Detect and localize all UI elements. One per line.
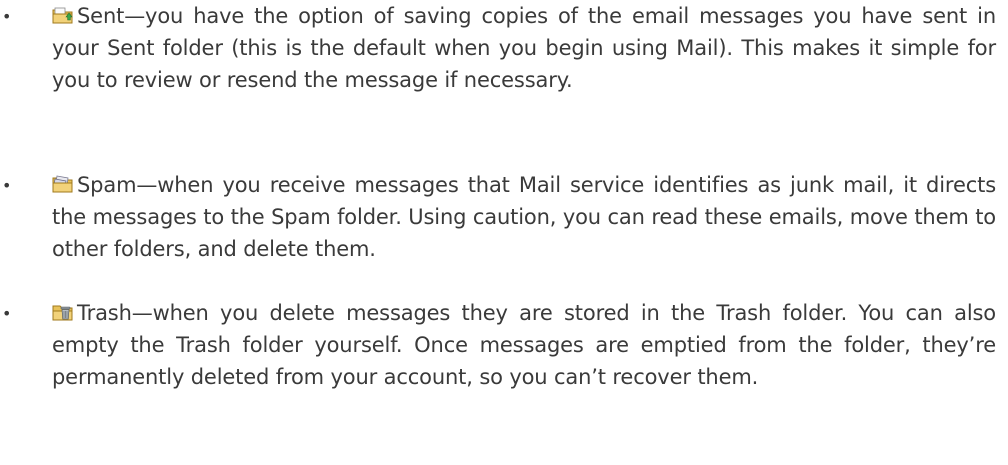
bullet: • [2,176,12,195]
list-item-text: Spam—when you receive messages that Mail… [52,169,996,265]
folder-name-sent: Sent [77,4,125,28]
item-description: —when you receive messages that Mail ser… [52,173,996,261]
item-description: —you have the option of saving copies of… [52,4,996,92]
list-item-text: Sent—you have the option of saving copie… [52,0,996,96]
bullet: • [2,7,12,26]
folder-name-spam: Spam [77,173,137,197]
trash-folder-icon [52,302,74,322]
sent-folder-icon [52,5,74,25]
item-description: —when you delete messages they are store… [52,301,996,389]
list-item-text: Trash—when you delete messages they are … [52,297,996,393]
bullet: • [2,304,12,323]
folder-name-trash: Trash [77,301,132,325]
document-body: • Sent—you have the option of saving cop… [0,0,1008,465]
spam-folder-icon [52,174,74,194]
